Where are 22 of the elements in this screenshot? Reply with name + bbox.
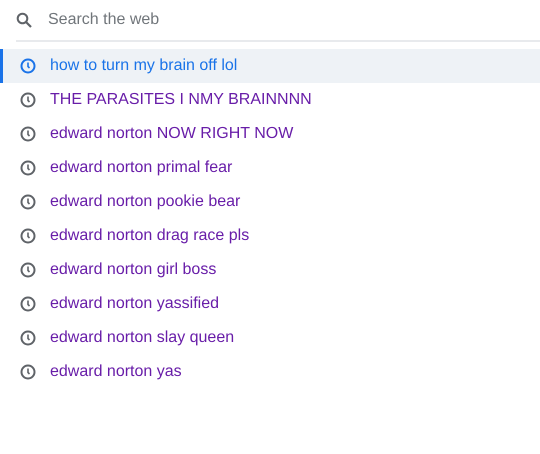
clock-icon <box>20 296 36 312</box>
suggestion-item[interactable]: edward norton slay queen <box>0 321 540 355</box>
clock-icon <box>20 262 36 278</box>
clock-icon <box>20 58 36 74</box>
suggestion-item[interactable]: edward norton pookie bear <box>0 185 540 219</box>
search-field[interactable]: Search the web <box>46 10 510 30</box>
suggestion-item[interactable]: how to turn my brain off lol <box>0 49 540 83</box>
suggestion-item[interactable]: edward norton yassified <box>0 287 540 321</box>
clock-icon <box>20 364 36 380</box>
clock-icon <box>20 160 36 176</box>
clock-icon <box>20 92 36 108</box>
clock-icon <box>20 126 36 142</box>
search-icon <box>16 12 32 28</box>
suggestion-item[interactable]: edward norton primal fear <box>0 151 540 185</box>
suggestion-item[interactable]: edward norton drag race pls <box>0 219 540 253</box>
suggestion-item[interactable]: edward norton yas <box>0 355 540 389</box>
suggestion-item[interactable]: edward norton girl boss <box>0 253 540 287</box>
suggestion-item[interactable]: THE PARASITES I NMY BRAINNNN <box>0 83 540 117</box>
suggestion-item[interactable]: edward norton NOW RIGHT NOW <box>0 117 540 151</box>
clock-icon <box>20 330 36 346</box>
clock-icon <box>20 228 36 244</box>
clock-icon <box>20 194 36 210</box>
